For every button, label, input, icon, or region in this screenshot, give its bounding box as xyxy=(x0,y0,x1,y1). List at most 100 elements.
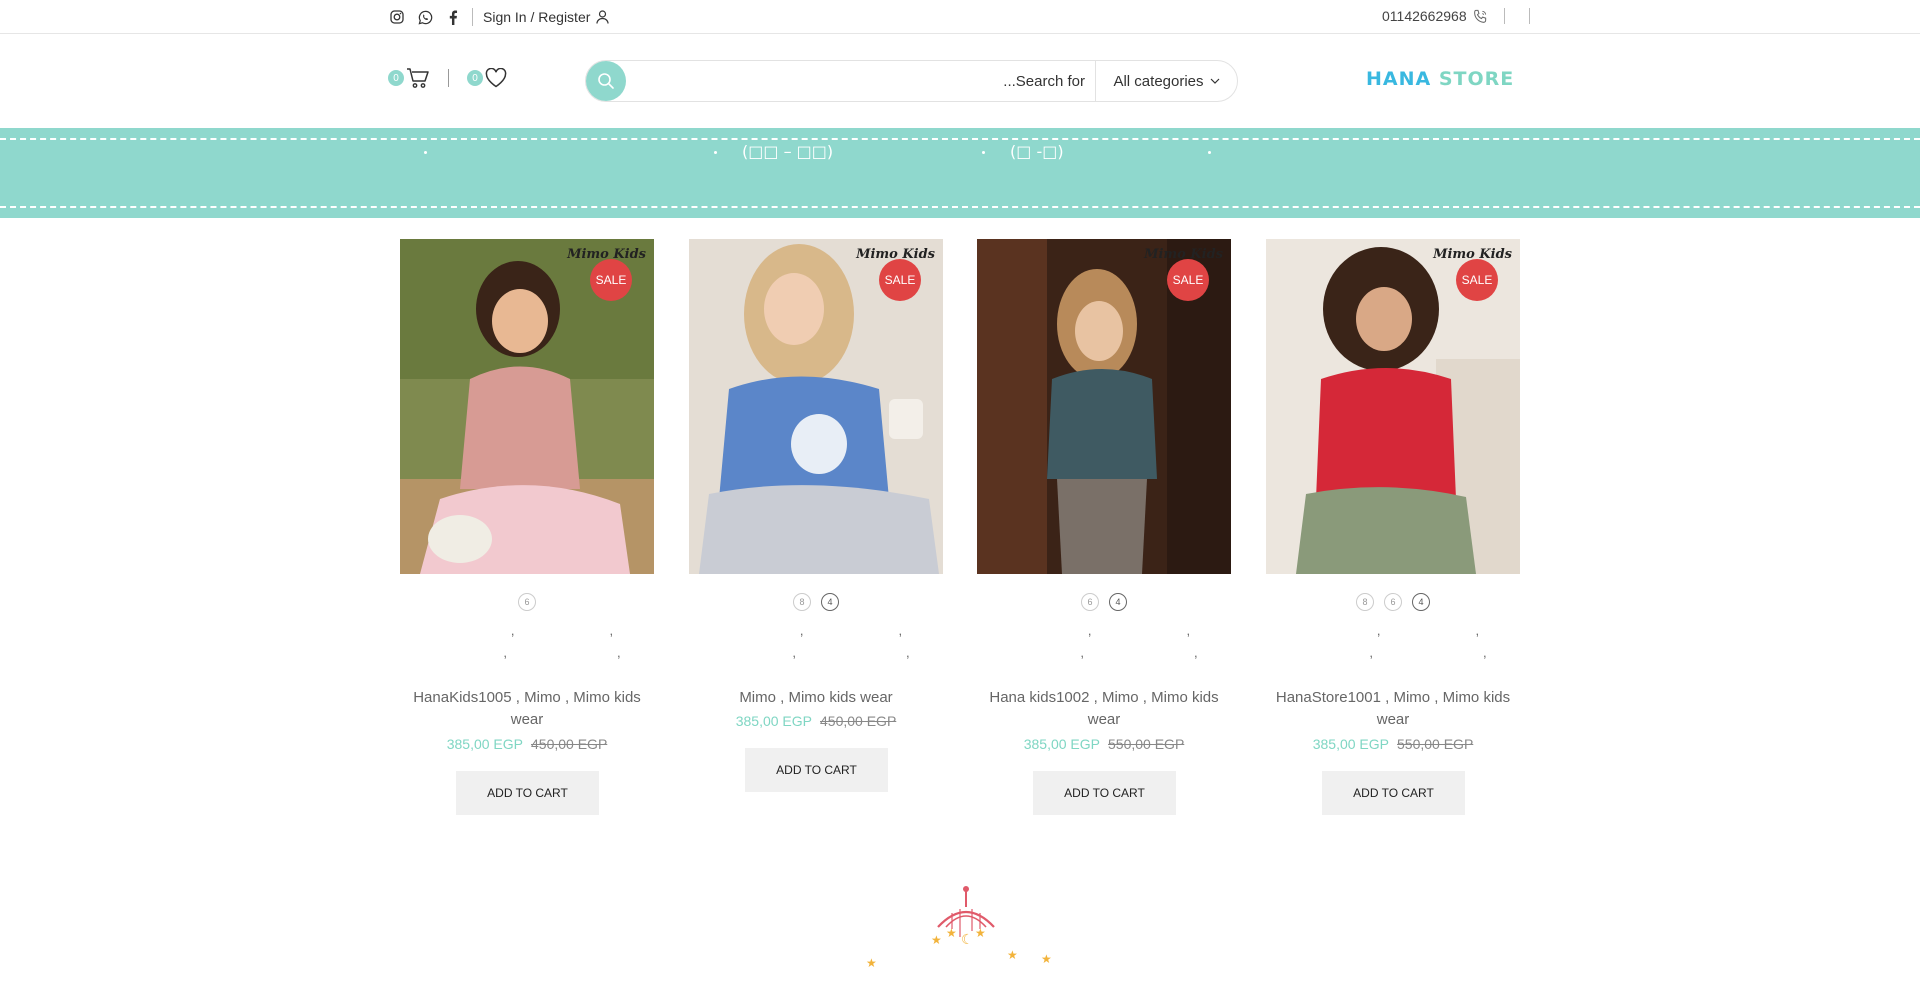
cart-count-badge: 0 xyxy=(388,70,404,86)
search-input[interactable] xyxy=(626,62,1095,100)
sale-price: 385,00 EGP xyxy=(1023,736,1100,752)
size-option[interactable]: 6 xyxy=(1384,593,1402,611)
attribute-separators: ,, xyxy=(799,623,903,638)
original-price: 450,00 EGP xyxy=(531,736,608,752)
attribute-separators: ,, xyxy=(1376,623,1480,638)
attribute-separators: ,, xyxy=(1369,645,1487,660)
sale-badge: SALE xyxy=(1167,259,1209,301)
product-title[interactable]: HanaStore1001 , Mimo , Mimo kids wear xyxy=(1266,687,1520,731)
size-option[interactable]: 8 xyxy=(1356,593,1374,611)
product-card: Mimo Kids SALE 8 6 4 ,, ,, HanaStore1001… xyxy=(1266,239,1520,815)
sale-price: 385,00 EGP xyxy=(446,736,523,752)
divider xyxy=(1503,8,1505,24)
phone-number: 01142662968 xyxy=(1382,8,1467,24)
divider xyxy=(472,8,473,26)
attribute-separators: ,, xyxy=(792,645,910,660)
product-image[interactable]: Mimo Kids SALE xyxy=(1266,239,1520,574)
user-icon xyxy=(596,10,609,24)
category-select-value: All categories xyxy=(1113,72,1204,90)
attribute-separators: ,, xyxy=(503,645,621,660)
facebook-icon[interactable] xyxy=(444,8,462,26)
banner-text: (□□ – □□) xyxy=(742,142,834,161)
product-price: 385,00 EGP 450,00 EGP xyxy=(689,713,943,729)
heart-icon xyxy=(485,68,507,88)
product-image[interactable]: Mimo Kids SALE xyxy=(400,239,654,574)
banner-text: (□ -□) xyxy=(1010,142,1064,161)
search-bar: All categories xyxy=(585,60,1238,102)
svg-text:★: ★ xyxy=(1007,948,1018,962)
svg-text:★: ★ xyxy=(975,926,986,940)
size-swatches: 8 4 xyxy=(689,593,943,611)
search-icon xyxy=(598,73,614,89)
search-button[interactable] xyxy=(586,61,626,101)
add-to-cart-button[interactable]: ADD TO CART xyxy=(1322,771,1465,815)
original-price: 550,00 EGP xyxy=(1397,736,1474,752)
whatsapp-icon[interactable] xyxy=(416,8,434,26)
size-option[interactable]: 6 xyxy=(1081,593,1099,611)
svg-text:☾: ☾ xyxy=(961,932,974,948)
size-swatches: 6 4 xyxy=(977,593,1231,611)
add-to-cart-button[interactable]: ADD TO CART xyxy=(745,748,888,792)
category-select[interactable]: All categories xyxy=(1095,61,1237,101)
banner-dot xyxy=(424,151,427,154)
sale-badge: SALE xyxy=(879,259,921,301)
size-option[interactable]: 8 xyxy=(793,593,811,611)
phone-icon xyxy=(1473,9,1486,23)
product-image[interactable]: Mimo Kids SALE xyxy=(977,239,1231,574)
original-price: 450,00 EGP xyxy=(820,713,897,729)
logo-text-secondary: STORE xyxy=(1438,68,1515,90)
banner-dot xyxy=(1208,151,1211,154)
product-image[interactable]: Mimo Kids SALE xyxy=(689,239,943,574)
svg-text:★: ★ xyxy=(946,926,957,940)
wishlist-count-badge: 0 xyxy=(467,70,483,86)
product-card: Mimo Kids SALE 8 4 ,, ,, Mimo , Mimo kid… xyxy=(689,239,943,792)
product-card: Mimo Kids SALE 6 4 ,, ,, Hana kids1002 ,… xyxy=(977,239,1231,815)
instagram-icon[interactable] xyxy=(388,8,406,26)
divider xyxy=(1528,8,1530,24)
add-to-cart-button[interactable]: ADD TO CART xyxy=(1033,771,1176,815)
product-price: 385,00 EGP 550,00 EGP xyxy=(1266,736,1520,752)
size-option[interactable]: 4 xyxy=(1109,593,1127,611)
attribute-separators: ,, xyxy=(510,623,614,638)
banner-dot xyxy=(982,151,985,154)
banner-dashed-line xyxy=(0,138,1920,140)
original-price: 550,00 EGP xyxy=(1108,736,1185,752)
site-logo[interactable]: HANA STORE xyxy=(1366,68,1514,90)
sale-badge: SALE xyxy=(590,259,632,301)
size-option[interactable]: 6 xyxy=(518,593,536,611)
banner-dot xyxy=(714,151,717,154)
product-card: Mimo Kids SALE 6 ,, ,, HanaKids1005 , Mi… xyxy=(400,239,654,815)
sign-in-register-link[interactable]: Sign In / Register xyxy=(483,9,609,25)
size-option[interactable]: 4 xyxy=(1412,593,1430,611)
sale-price: 385,00 EGP xyxy=(735,713,812,729)
product-title[interactable]: Mimo , Mimo kids wear xyxy=(689,687,943,709)
svg-text:★: ★ xyxy=(931,933,942,947)
product-price: 385,00 EGP 550,00 EGP xyxy=(977,736,1231,752)
size-swatches: 6 xyxy=(400,593,654,611)
promo-banner: (□□ – □□) (□ -□) xyxy=(0,128,1920,218)
size-swatches: 8 6 4 xyxy=(1266,593,1520,611)
divider xyxy=(448,69,449,87)
product-price: 385,00 EGP 450,00 EGP xyxy=(400,736,654,752)
cart-icon xyxy=(407,68,429,88)
logo-text-primary: HANA xyxy=(1366,68,1432,90)
attribute-separators: ,, xyxy=(1087,623,1191,638)
cart-button[interactable]: 0 xyxy=(388,67,430,89)
wishlist-button[interactable]: 0 xyxy=(467,68,507,88)
add-to-cart-button[interactable]: ADD TO CART xyxy=(456,771,599,815)
svg-text:★: ★ xyxy=(866,956,877,970)
svg-text:★: ★ xyxy=(1041,952,1052,966)
top-bar: Sign In / Register 01142662968 xyxy=(0,0,1920,34)
attribute-separators: ,, xyxy=(1080,645,1198,660)
social-links: Sign In / Register xyxy=(388,8,609,26)
product-title[interactable]: HanaKids1005 , Mimo , Mimo kids wear xyxy=(400,687,654,731)
chevron-down-icon xyxy=(1210,78,1219,84)
size-option[interactable]: 4 xyxy=(821,593,839,611)
sale-badge: SALE xyxy=(1456,259,1498,301)
product-title[interactable]: Hana kids1002 , Mimo , Mimo kids wear xyxy=(977,687,1231,731)
phone-contact[interactable]: 01142662968 xyxy=(1382,8,1530,24)
site-header: 0 0 All categories HANA STORE xyxy=(0,34,1920,128)
baby-mobile-decoration: ★ ★ ☾ ★ ★ ★ ★ xyxy=(866,886,1052,970)
header-actions: 0 0 xyxy=(388,67,507,89)
sign-in-label: Sign In / Register xyxy=(483,9,591,25)
